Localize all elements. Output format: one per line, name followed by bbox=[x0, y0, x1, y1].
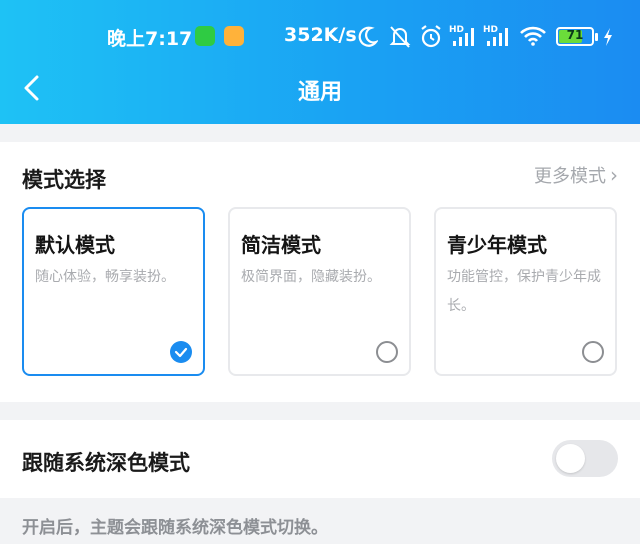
mode-option-teen[interactable]: 青少年模式 功能管控，保护青少年成长。 bbox=[434, 207, 617, 376]
more-modes-link[interactable]: 更多模式 › bbox=[534, 162, 618, 188]
dark-mode-row: 跟随系统深色模式 bbox=[0, 420, 640, 498]
svg-text:HD: HD bbox=[449, 25, 464, 35]
mode-section-title: 模式选择 bbox=[22, 168, 106, 192]
mode-desc: 极简界面，隐藏装扮。 bbox=[241, 269, 381, 285]
battery-tip bbox=[595, 33, 598, 41]
mode-option-simple[interactable]: 简洁模式 极简界面，隐藏装扮。 bbox=[228, 207, 411, 376]
mode-name: 默认模式 bbox=[35, 233, 115, 257]
network-speed: 352K/s bbox=[284, 24, 357, 46]
app-header: 晚上7:17 352K/s HD HD 71 通用 bbox=[0, 0, 640, 124]
toggle-knob bbox=[556, 444, 585, 473]
mode-name: 简洁模式 bbox=[241, 233, 321, 257]
signal-hd-icon: HD bbox=[483, 25, 508, 46]
battery-level: 71 bbox=[566, 28, 584, 42]
note-app-icon bbox=[224, 26, 244, 46]
mute-bell-icon bbox=[389, 26, 411, 48]
chevron-right-icon: › bbox=[610, 163, 618, 187]
svg-text:HD: HD bbox=[483, 25, 498, 35]
wechat-icon bbox=[195, 26, 215, 46]
radio-empty-icon bbox=[582, 341, 604, 363]
signal-hd-icon: HD bbox=[449, 25, 474, 46]
mode-selection-section: 模式选择 更多模式 › 默认模式 随心体验，畅享装扮。 简洁模式 极简界面，隐藏装… bbox=[0, 142, 640, 402]
check-icon bbox=[170, 341, 192, 363]
radio-empty-icon bbox=[376, 341, 398, 363]
dark-mode-hint: 开启后，主题会跟随系统深色模式切换。 bbox=[22, 518, 328, 538]
mode-option-default[interactable]: 默认模式 随心体验，畅享装扮。 bbox=[22, 207, 205, 376]
dark-mode-label: 跟随系统深色模式 bbox=[22, 451, 190, 475]
status-bar: 晚上7:17 352K/s HD HD 71 bbox=[0, 20, 640, 54]
charging-icon bbox=[604, 28, 612, 46]
mode-desc: 功能管控，保护青少年成长。 bbox=[447, 269, 601, 314]
wifi-icon bbox=[520, 26, 546, 46]
mode-name: 青少年模式 bbox=[447, 233, 547, 257]
page-title: 通用 bbox=[297, 80, 342, 105]
battery-icon: 71 bbox=[556, 27, 594, 46]
dark-mode-toggle[interactable] bbox=[552, 440, 618, 477]
status-time: 晚上7:17 bbox=[107, 28, 193, 50]
alarm-icon bbox=[421, 25, 441, 48]
more-modes-label: 更多模式 bbox=[534, 166, 606, 187]
moon-icon bbox=[358, 26, 378, 47]
mode-desc: 随心体验，畅享装扮。 bbox=[35, 269, 175, 285]
